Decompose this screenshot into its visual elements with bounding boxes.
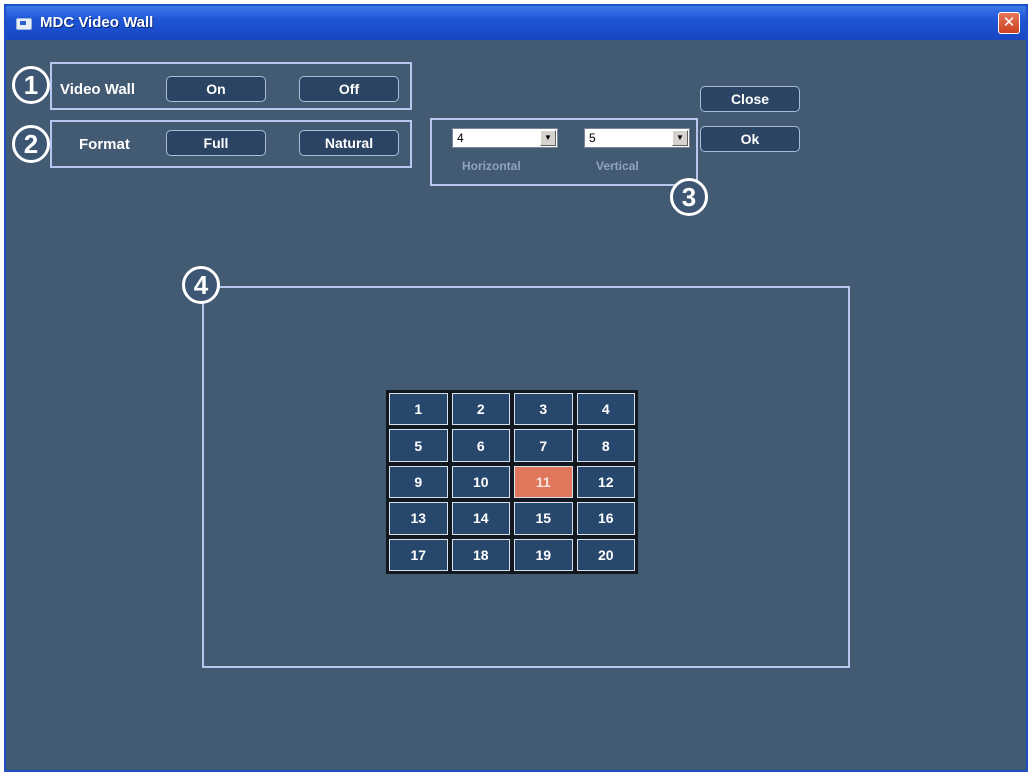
callout-3: 3	[670, 178, 708, 216]
horizontal-value: 4	[457, 131, 464, 145]
chevron-down-icon[interactable]: ▼	[672, 130, 688, 146]
callout-1: 1	[12, 66, 50, 104]
grid-cell[interactable]: 7	[514, 429, 573, 462]
grid-cell[interactable]: 8	[576, 429, 635, 462]
window-title: MDC Video Wall	[40, 14, 154, 31]
grid-cell[interactable]: 10	[451, 465, 510, 499]
video-wall-label: Video Wall	[60, 81, 136, 98]
grid-cell[interactable]: 2	[451, 393, 510, 426]
mdc-video-wall-window: MDC Video Wall ✕ 1 Video Wall On Off 2 F…	[4, 4, 1028, 772]
vertical-select[interactable]: 5 ▼	[584, 128, 690, 148]
grid-cell[interactable]: 11	[514, 465, 573, 499]
grid-cell[interactable]: 19	[514, 538, 573, 571]
grid-cell[interactable]: 3	[514, 393, 573, 426]
callout-2: 2	[12, 125, 50, 163]
chevron-down-icon[interactable]: ▼	[540, 130, 556, 146]
grid-cell[interactable]: 15	[514, 502, 573, 535]
grid-cell[interactable]: 5	[389, 429, 448, 462]
format-label: Format	[79, 136, 130, 153]
video-wall-grid: 1 2 3 4 5 6 7 8 9 10 11 12 13 14 15 16 17 18 19 20	[386, 390, 638, 574]
grid-cell[interactable]: 12	[576, 465, 635, 499]
format-natural-button[interactable]: Natural	[299, 130, 399, 156]
vertical-label: Vertical	[596, 159, 639, 173]
format-full-button[interactable]: Full	[166, 130, 266, 156]
grid-cell[interactable]: 14	[451, 502, 510, 535]
horizontal-label: Horizontal	[462, 159, 521, 173]
callout-4: 4	[182, 266, 220, 304]
window-close-button[interactable]: ✕	[998, 12, 1020, 34]
grid-cell[interactable]: 16	[576, 502, 635, 535]
ok-button[interactable]: Ok	[700, 126, 800, 152]
grid-cell[interactable]: 17	[389, 538, 448, 571]
horizontal-select[interactable]: 4 ▼	[452, 128, 558, 148]
grid-cell[interactable]: 9	[389, 465, 448, 499]
video-wall-off-button[interactable]: Off	[299, 76, 399, 102]
grid-cell[interactable]: 20	[576, 538, 635, 571]
grid-cell[interactable]: 13	[389, 502, 448, 535]
vertical-value: 5	[589, 131, 596, 145]
title-bar[interactable]: MDC Video Wall ✕	[6, 6, 1026, 40]
app-icon	[16, 18, 32, 30]
close-button[interactable]: Close	[700, 86, 800, 112]
grid-cell[interactable]: 4	[576, 393, 635, 426]
grid-cell[interactable]: 6	[451, 429, 510, 462]
grid-cell[interactable]: 1	[389, 393, 448, 426]
grid-cell[interactable]: 18	[451, 538, 510, 571]
video-wall-on-button[interactable]: On	[166, 76, 266, 102]
